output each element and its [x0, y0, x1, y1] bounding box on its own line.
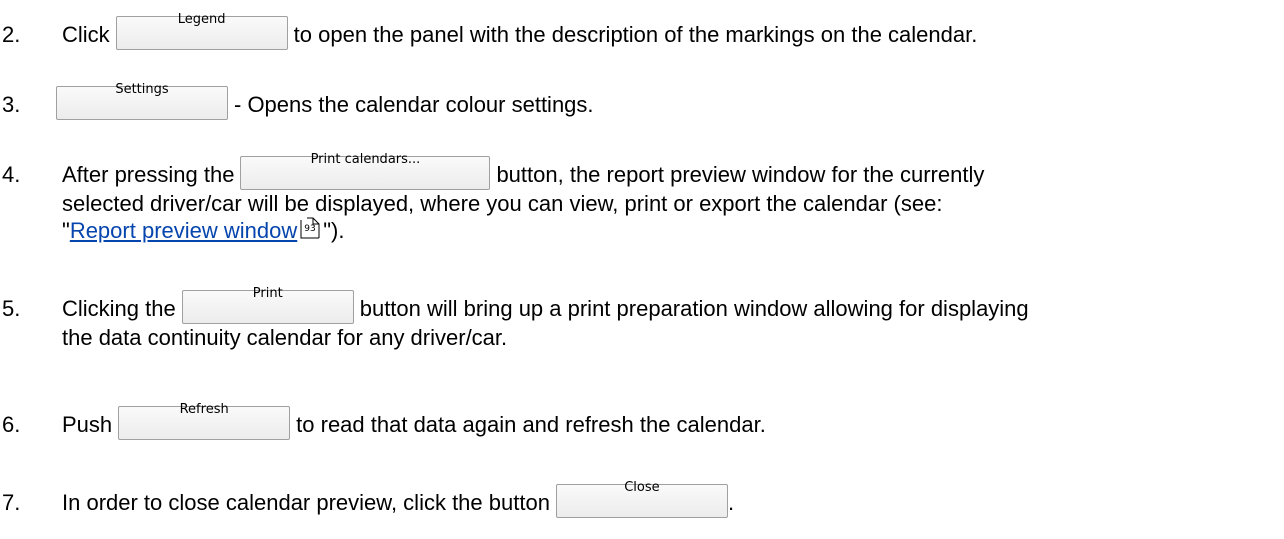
refresh-button[interactable]: Refresh: [118, 402, 291, 441]
text-after: button, the report preview window for th…: [496, 162, 985, 187]
report-preview-window-link[interactable]: Report preview window: [70, 218, 297, 243]
item-text-continued: the data continuity calendar for any dri…: [62, 325, 508, 350]
text-before: Click: [62, 22, 110, 47]
text-after: button will bring up a print preparation…: [359, 296, 1029, 321]
item-text: Clicking thePrintbutton will bring up a …: [62, 286, 1029, 325]
item-text-continued: "Report preview window 93 ").: [62, 217, 345, 243]
text-before: After pressing the: [62, 162, 235, 187]
text-before: Clicking the: [62, 296, 176, 321]
item-text: After pressing thePrint calendars...butt…: [62, 152, 985, 191]
item-text-continued: selected driver/car will be displayed, w…: [62, 191, 943, 216]
text-after: - Opens the calendar colour settings.: [234, 92, 594, 117]
close-button[interactable]: Close: [555, 480, 728, 519]
text-after: .: [727, 490, 735, 515]
item-text: PushRefreshto read that data again and r…: [62, 402, 766, 441]
print-calendars-button[interactable]: Print calendars...: [240, 152, 491, 191]
item-number: 7.: [2, 490, 21, 515]
page-number: 93: [304, 224, 316, 234]
page-reference-icon[interactable]: 93: [299, 217, 323, 240]
legend-button[interactable]: Legend: [115, 12, 288, 51]
text-after: to read that data again and refresh the …: [296, 412, 766, 437]
text-before: In order to close calendar preview, clic…: [62, 490, 550, 515]
item-text: In order to close calendar preview, clic…: [62, 480, 735, 519]
print-button[interactable]: Print: [181, 286, 354, 325]
item-text: Settings- Opens the calendar colour sett…: [50, 82, 594, 121]
item-number: 2.: [2, 22, 21, 47]
item-number: 5.: [2, 296, 21, 321]
item-number: 4.: [2, 162, 21, 187]
item-number: 6.: [2, 412, 21, 437]
item-number: 3.: [2, 92, 21, 117]
item-text: ClickLegendto open the panel with the de…: [62, 12, 978, 51]
settings-button[interactable]: Settings: [56, 82, 228, 121]
text-after: to open the panel with the description o…: [293, 22, 978, 47]
text-before: Push: [62, 412, 113, 437]
